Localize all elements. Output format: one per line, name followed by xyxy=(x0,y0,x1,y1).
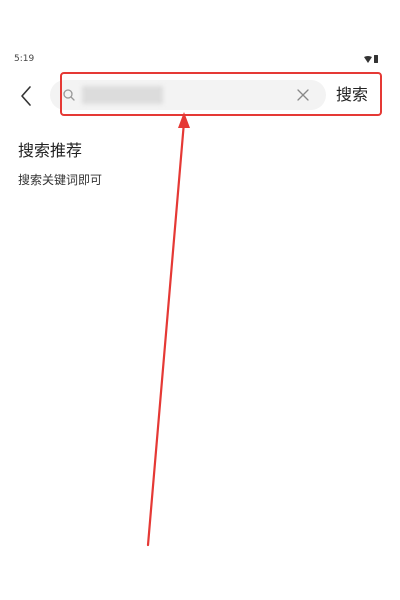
status-time: 5:19 xyxy=(14,54,35,64)
wifi-icon xyxy=(364,56,372,63)
search-query-obscured[interactable]: xxxxxxxxxx xyxy=(82,86,163,104)
back-button[interactable] xyxy=(14,82,38,110)
close-icon[interactable] xyxy=(296,88,310,102)
search-icon xyxy=(63,89,75,101)
status-bar: 5:19 xyxy=(0,0,400,64)
search-input[interactable]: xxxxxxxxxx xyxy=(50,80,326,110)
chevron-left-icon xyxy=(21,86,31,106)
search-button[interactable]: 搜索 xyxy=(336,84,368,106)
section-title-recommendations: 搜索推荐 xyxy=(18,141,83,160)
battery-icon xyxy=(374,55,378,63)
section-hint: 搜索关键词即可 xyxy=(18,173,103,187)
